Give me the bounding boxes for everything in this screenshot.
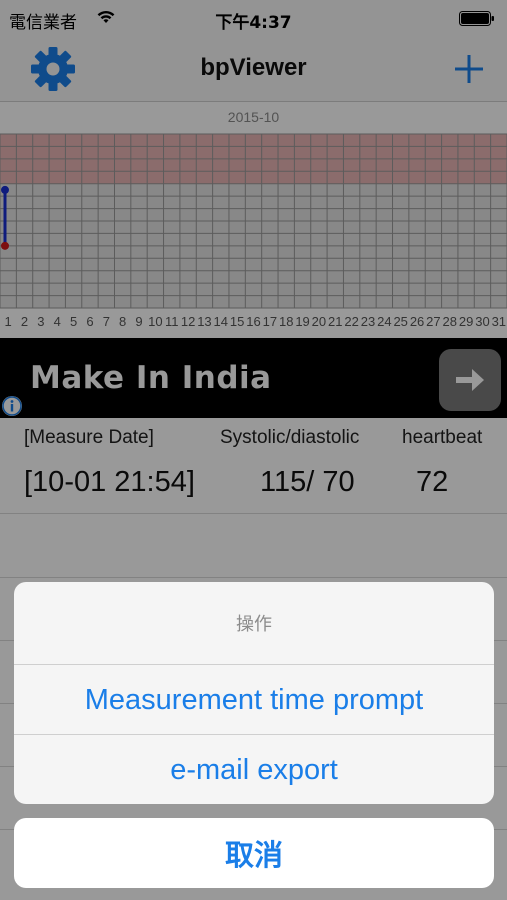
cancel-button[interactable]: 取消 bbox=[14, 818, 494, 888]
email-export-button[interactable]: e-mail export bbox=[14, 736, 494, 804]
action-sheet-title: 操作 bbox=[14, 582, 494, 665]
measurement-time-prompt-button[interactable]: Measurement time prompt bbox=[14, 666, 494, 735]
action-sheet: 操作 Measurement time prompt e-mail export bbox=[14, 582, 494, 804]
